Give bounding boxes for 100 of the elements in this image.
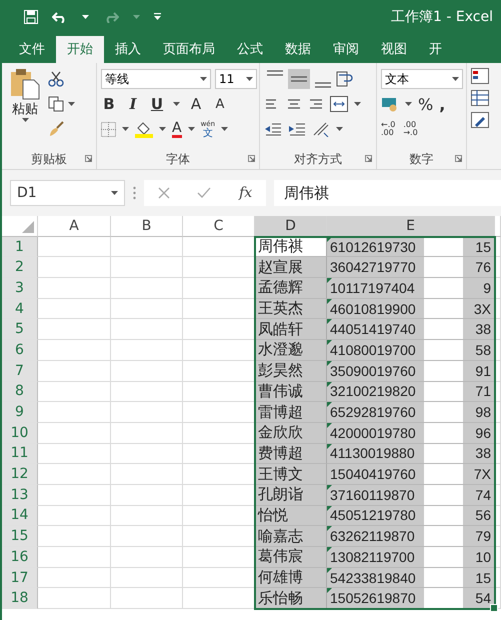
fill-handle[interactable] — [490, 604, 498, 612]
ribbon-tab[interactable]: 插入 — [104, 36, 152, 63]
row-header[interactable]: 2 — [2, 257, 38, 278]
paste-label[interactable]: 粘贴 — [12, 100, 38, 118]
table-cell: 王英杰 — [255, 298, 327, 320]
border-icon[interactable] — [101, 122, 116, 136]
number-format-dropdown[interactable]: 文本 — [381, 69, 463, 89]
ribbon-tab[interactable]: 开 — [418, 36, 453, 63]
font-color-button[interactable]: A — [172, 120, 182, 138]
scissors-icon[interactable] — [48, 71, 64, 87]
table-cell — [111, 588, 183, 610]
ribbon-tab[interactable]: 视图 — [370, 36, 418, 63]
caret-icon[interactable] — [82, 14, 89, 18]
table-cell: 10117197404 — [327, 278, 424, 298]
column-header[interactable]: D — [255, 216, 327, 238]
ribbon-tab[interactable]: 数据 — [274, 36, 322, 63]
row-header[interactable]: 7 — [2, 360, 38, 382]
column-header[interactable]: E — [327, 216, 495, 238]
caret-icon[interactable] — [173, 102, 180, 106]
bold-button[interactable]: B — [101, 95, 117, 113]
caret-icon[interactable] — [159, 127, 166, 131]
caret-icon[interactable] — [68, 102, 75, 106]
conditional-format-icon[interactable] — [471, 68, 489, 84]
cell-style-icon[interactable] — [471, 112, 489, 128]
ribbon-tab[interactable]: 公式 — [226, 36, 274, 63]
ribbon-tab[interactable]: 文件 — [8, 36, 56, 63]
comma-button[interactable]: , — [439, 94, 446, 114]
launcher-icon[interactable] — [455, 155, 462, 162]
increase-decimal-button[interactable]: ←.0 .00 — [381, 121, 396, 137]
row-header[interactable]: 5 — [2, 319, 38, 340]
font-size-dropdown[interactable]: 11 — [215, 69, 257, 89]
caret-icon[interactable] — [452, 77, 459, 81]
column-header[interactable]: A — [38, 216, 111, 237]
align-right-icon[interactable] — [308, 98, 324, 110]
table-cell — [111, 236, 183, 258]
table-format-icon[interactable] — [471, 90, 489, 106]
table-cell: 54233819840 — [327, 568, 424, 588]
column-header[interactable]: C — [183, 216, 255, 237]
caret-icon[interactable] — [336, 127, 343, 131]
row-header[interactable]: 13 — [2, 484, 38, 506]
wrap-text-icon[interactable] — [336, 71, 354, 87]
customize-icon[interactable] — [154, 13, 161, 20]
vertical-align-button[interactable] — [288, 69, 310, 89]
copy-icon[interactable] — [48, 96, 64, 112]
caret-icon[interactable] — [354, 102, 361, 106]
ribbon-tab[interactable]: 审阅 — [322, 36, 370, 63]
ribbon-tab[interactable]: 页面布局 — [152, 36, 226, 63]
row-header[interactable]: 16 — [2, 547, 38, 568]
align-lines-icon — [291, 76, 307, 82]
fill-color-icon[interactable] — [135, 120, 153, 138]
launcher-icon[interactable] — [85, 155, 92, 162]
caret-icon[interactable] — [111, 191, 118, 195]
launcher-icon[interactable] — [248, 155, 255, 162]
name-box[interactable]: D1 — [10, 180, 125, 206]
formula-field[interactable]: 周伟祺 — [274, 180, 501, 206]
save-icon[interactable] — [24, 10, 38, 24]
row-header[interactable]: 17 — [2, 568, 38, 588]
underline-button[interactable]: U — [149, 95, 165, 113]
table-cell: 怡悦 — [255, 506, 327, 526]
table-cell — [111, 444, 183, 464]
orientation-icon[interactable] — [312, 121, 330, 137]
caret-icon[interactable] — [122, 127, 129, 131]
row-header[interactable]: 9 — [2, 402, 38, 423]
row-header[interactable]: 4 — [2, 298, 38, 320]
row-header[interactable]: 11 — [2, 444, 38, 464]
align-center-icon[interactable] — [286, 98, 302, 110]
column-header[interactable]: B — [111, 216, 183, 237]
increase-indent-icon[interactable] — [288, 122, 306, 136]
decrease-decimal-button[interactable]: .00 →.0 — [403, 121, 418, 137]
insert-function-button[interactable]: fx — [239, 185, 252, 201]
row-header[interactable]: 8 — [2, 382, 38, 402]
ribbon-tab[interactable]: 开始 — [56, 36, 104, 63]
merge-cells-icon[interactable] — [330, 96, 348, 112]
caret-icon[interactable] — [188, 127, 195, 131]
caret-icon[interactable] — [221, 127, 228, 131]
decrease-indent-icon[interactable] — [264, 122, 282, 136]
row-header[interactable]: 14 — [2, 506, 38, 526]
caret-icon[interactable] — [405, 102, 412, 106]
increase-font-button[interactable]: A — [188, 95, 204, 113]
table-cell: 13082119700 — [327, 547, 424, 567]
brush-icon[interactable] — [48, 121, 64, 137]
caret-icon[interactable] — [22, 118, 28, 122]
clipboard-icon[interactable] — [9, 68, 41, 100]
percent-button[interactable]: % — [418, 94, 434, 114]
group-label: 字体 — [166, 150, 190, 168]
row-header[interactable]: 6 — [2, 340, 38, 361]
row-header[interactable]: 12 — [2, 464, 38, 485]
currency-icon[interactable] — [381, 96, 399, 112]
row-header[interactable]: 10 — [2, 422, 38, 444]
italic-button[interactable]: I — [125, 95, 141, 113]
font-name-dropdown[interactable]: 等线 — [101, 69, 211, 89]
caret-icon[interactable] — [246, 77, 253, 81]
row-header[interactable]: 1 — [2, 236, 38, 258]
row-header[interactable]: 18 — [2, 588, 38, 610]
decrease-font-button[interactable]: A — [212, 96, 228, 112]
caret-icon[interactable] — [200, 77, 207, 81]
table-cell — [111, 402, 183, 423]
row-header[interactable]: 15 — [2, 526, 38, 547]
launcher-icon[interactable] — [365, 155, 372, 162]
row-header[interactable]: 3 — [2, 278, 38, 299]
